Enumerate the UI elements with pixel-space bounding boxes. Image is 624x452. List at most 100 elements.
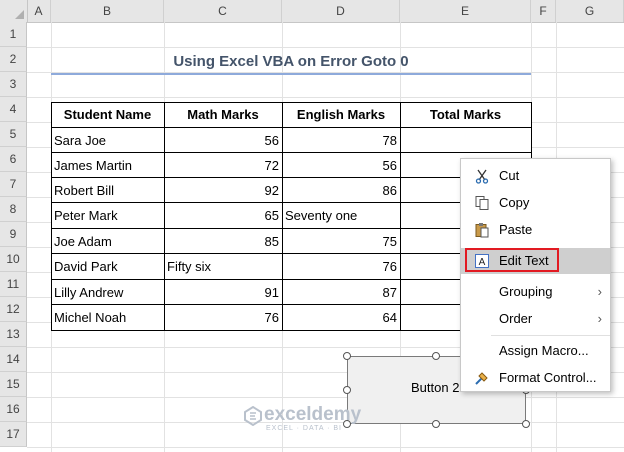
row-header-15[interactable]: 15 bbox=[0, 372, 27, 397]
row-header-1[interactable]: 1 bbox=[0, 22, 27, 47]
math-marks-cell[interactable]: 91 bbox=[164, 280, 282, 305]
student-name-cell[interactable]: Michel Noah bbox=[51, 305, 164, 330]
context-menu: Cut Copy Paste A Edit Text Grouping › Or… bbox=[460, 158, 611, 392]
row-header-9[interactable]: 9 bbox=[0, 222, 27, 247]
row-header-14[interactable]: 14 bbox=[0, 347, 27, 372]
math-marks-cell[interactable]: 92 bbox=[164, 178, 282, 203]
row-header-11[interactable]: 11 bbox=[0, 272, 27, 297]
sheet-title: Using Excel VBA on Error Goto 0 bbox=[173, 53, 409, 70]
column-header-g[interactable]: G bbox=[556, 0, 624, 22]
column-header-d[interactable]: D bbox=[282, 0, 400, 22]
row-header-17[interactable]: 17 bbox=[0, 422, 27, 447]
menu-item-paste[interactable]: Paste bbox=[461, 217, 610, 243]
table-border bbox=[51, 152, 532, 153]
math-marks-cell[interactable]: 76 bbox=[164, 305, 282, 330]
resize-handle[interactable] bbox=[522, 420, 530, 428]
row-header-5[interactable]: 5 bbox=[0, 122, 27, 147]
english-marks-cell[interactable]: 86 bbox=[282, 178, 400, 203]
table-header-total-marks[interactable]: Total Marks bbox=[400, 102, 531, 127]
student-name-cell[interactable]: Lilly Andrew bbox=[51, 280, 164, 305]
paste-icon bbox=[473, 222, 491, 238]
table-border bbox=[282, 102, 283, 331]
row-header-10[interactable]: 10 bbox=[0, 247, 27, 272]
english-marks-cell[interactable]: 75 bbox=[282, 229, 400, 254]
row-header-16[interactable]: 16 bbox=[0, 397, 27, 422]
gridline bbox=[27, 447, 624, 448]
watermark-tagline: EXCEL · DATA · BI bbox=[266, 425, 342, 432]
row-header-13[interactable]: 13 bbox=[0, 322, 27, 347]
menu-item-label: Edit Text bbox=[499, 253, 549, 268]
table-header-english-marks[interactable]: English Marks bbox=[282, 102, 400, 127]
menu-item-label: Copy bbox=[499, 195, 530, 210]
menu-item-label: Cut bbox=[499, 168, 520, 183]
column-header-e[interactable]: E bbox=[400, 0, 531, 22]
menu-item-format-control[interactable]: Format Control... bbox=[461, 365, 610, 391]
menu-item-label: Assign Macro... bbox=[499, 343, 589, 358]
row-header-8[interactable]: 8 bbox=[0, 197, 27, 222]
row-header-6[interactable]: 6 bbox=[0, 147, 27, 172]
gridline bbox=[27, 397, 624, 398]
english-marks-cell[interactable]: 76 bbox=[282, 254, 400, 279]
menu-item-order[interactable]: Order › bbox=[461, 306, 610, 332]
student-name-cell[interactable]: James Martin bbox=[51, 153, 164, 178]
english-marks-cell[interactable]: 78 bbox=[282, 128, 400, 153]
student-name-cell[interactable]: Robert Bill bbox=[51, 178, 164, 203]
copy-icon bbox=[473, 195, 491, 211]
math-marks-cell[interactable]: 72 bbox=[164, 153, 282, 178]
english-marks-cell[interactable]: 87 bbox=[282, 280, 400, 305]
column-header-a[interactable]: A bbox=[27, 0, 51, 22]
student-name-cell[interactable]: Sara Joe bbox=[51, 128, 164, 153]
svg-text:A: A bbox=[479, 257, 486, 268]
gridline bbox=[27, 97, 624, 98]
column-header-f[interactable]: F bbox=[531, 0, 556, 22]
row-header-2[interactable]: 2 bbox=[0, 47, 27, 72]
menu-item-label: Order bbox=[499, 311, 533, 326]
menu-item-label: Grouping bbox=[499, 284, 553, 299]
row-header-4[interactable]: 4 bbox=[0, 97, 27, 122]
table-border bbox=[51, 127, 532, 128]
math-marks-cell[interactable]: Fifty six bbox=[164, 254, 282, 279]
form-button-label: Button 2 bbox=[411, 380, 460, 395]
table-header-student-name[interactable]: Student Name bbox=[51, 102, 164, 127]
table-border bbox=[51, 102, 532, 103]
title-underline bbox=[51, 73, 531, 75]
resize-handle[interactable] bbox=[432, 352, 440, 360]
chevron-right-icon: › bbox=[597, 284, 602, 299]
column-header-c[interactable]: C bbox=[164, 0, 282, 22]
edit-text-icon: A bbox=[473, 253, 491, 269]
math-marks-cell[interactable]: 65 bbox=[164, 203, 282, 228]
row-header-7[interactable]: 7 bbox=[0, 172, 27, 197]
student-name-cell[interactable]: David Park bbox=[51, 254, 164, 279]
english-marks-cell[interactable]: 64 bbox=[282, 305, 400, 330]
row-header-12[interactable]: 12 bbox=[0, 297, 27, 322]
student-name-cell[interactable]: Peter Mark bbox=[51, 203, 164, 228]
scissors-icon bbox=[473, 168, 491, 184]
menu-item-assign-macro[interactable]: Assign Macro... bbox=[461, 338, 610, 364]
menu-item-cut[interactable]: Cut bbox=[461, 163, 610, 189]
exceldemy-logo-icon bbox=[244, 406, 262, 426]
menu-item-copy[interactable]: Copy bbox=[461, 190, 610, 216]
student-name-cell[interactable]: Joe Adam bbox=[51, 229, 164, 254]
math-marks-cell[interactable]: 85 bbox=[164, 229, 282, 254]
english-marks-cell[interactable]: Seventy one bbox=[282, 203, 400, 228]
resize-handle[interactable] bbox=[432, 420, 440, 428]
english-marks-cell[interactable]: 56 bbox=[282, 153, 400, 178]
watermark-name: exceldemy bbox=[264, 404, 362, 425]
menu-item-edit-text[interactable]: A Edit Text bbox=[461, 248, 610, 274]
menu-separator bbox=[491, 335, 610, 336]
menu-item-grouping[interactable]: Grouping › bbox=[461, 279, 610, 305]
resize-handle[interactable] bbox=[343, 386, 351, 394]
chevron-right-icon: › bbox=[597, 311, 602, 326]
math-marks-cell[interactable]: 56 bbox=[164, 128, 282, 153]
spreadsheet: A B C D E F G 1 2 3 4 5 6 7 8 9 10 11 12… bbox=[0, 0, 624, 452]
table-border bbox=[400, 102, 401, 331]
row-header-3[interactable]: 3 bbox=[0, 72, 27, 97]
resize-handle[interactable] bbox=[343, 352, 351, 360]
menu-item-label: Format Control... bbox=[499, 370, 597, 385]
format-control-icon bbox=[473, 370, 491, 386]
gridline bbox=[27, 47, 624, 48]
table-header-math-marks[interactable]: Math Marks bbox=[164, 102, 282, 127]
select-all-corner[interactable] bbox=[0, 0, 28, 22]
column-header-b[interactable]: B bbox=[51, 0, 164, 22]
table-border bbox=[51, 102, 52, 331]
